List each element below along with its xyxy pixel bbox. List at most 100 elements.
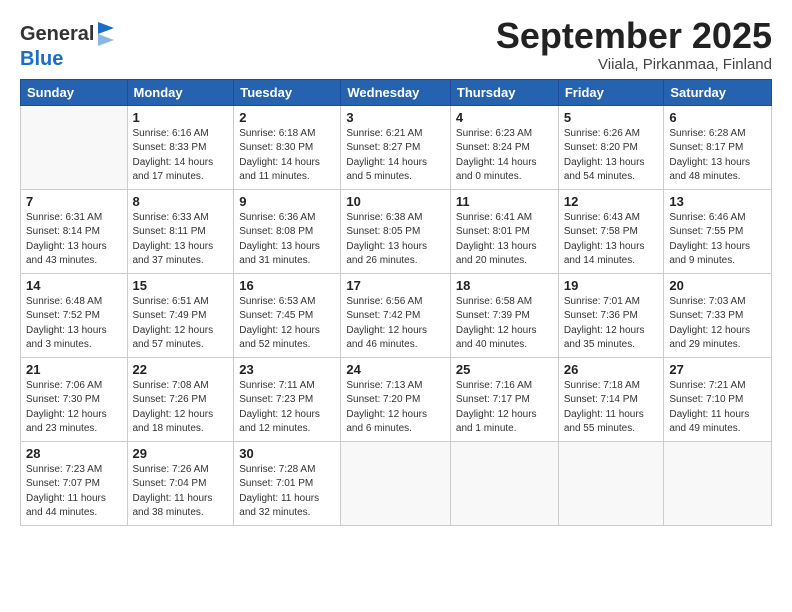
page: General Blue September 2025 Viiala, Pirk…: [0, 0, 792, 612]
location: Viiala, Pirkanmaa, Finland: [496, 56, 772, 73]
day-detail: Sunrise: 6:43 AMSunset: 7:58 PMDaylight:…: [564, 211, 659, 269]
day-detail: Sunrise: 7:06 AMSunset: 7:30 PMDaylight:…: [26, 379, 122, 437]
day-number: 8: [133, 194, 229, 209]
calendar-cell: 22 Sunrise: 7:08 AMSunset: 7:26 PMDayligh…: [127, 357, 234, 441]
week-row-3: 14 Sunrise: 6:48 AMSunset: 7:52 PMDayligh…: [21, 273, 772, 357]
day-detail: Sunrise: 6:31 AMSunset: 8:14 PMDaylight:…: [26, 211, 122, 269]
day-number: 27: [669, 362, 766, 377]
day-number: 2: [239, 110, 335, 125]
calendar-cell: 8 Sunrise: 6:33 AMSunset: 8:11 PMDaylight…: [127, 189, 234, 273]
calendar-cell: 24 Sunrise: 7:13 AMSunset: 7:20 PMDayligh…: [341, 357, 451, 441]
day-number: 5: [564, 110, 659, 125]
calendar-cell: [341, 441, 451, 525]
day-number: 17: [346, 278, 445, 293]
day-number: 12: [564, 194, 659, 209]
week-row-2: 7 Sunrise: 6:31 AMSunset: 8:14 PMDaylight…: [21, 189, 772, 273]
day-detail: Sunrise: 6:51 AMSunset: 7:49 PMDaylight:…: [133, 295, 229, 353]
logo: General Blue: [20, 20, 116, 70]
day-detail: Sunrise: 6:53 AMSunset: 7:45 PMDaylight:…: [239, 295, 335, 353]
calendar-header-row: Sunday Monday Tuesday Wednesday Thursday…: [21, 79, 772, 105]
calendar-cell: 7 Sunrise: 6:31 AMSunset: 8:14 PMDaylight…: [21, 189, 128, 273]
logo-general: General: [20, 23, 94, 45]
calendar-cell: [558, 441, 664, 525]
day-detail: Sunrise: 6:36 AMSunset: 8:08 PMDaylight:…: [239, 211, 335, 269]
day-detail: Sunrise: 6:46 AMSunset: 7:55 PMDaylight:…: [669, 211, 766, 269]
title-block: September 2025 Viiala, Pirkanmaa, Finlan…: [496, 16, 772, 73]
calendar-cell: 1 Sunrise: 6:16 AMSunset: 8:33 PMDaylight…: [127, 105, 234, 189]
day-detail: Sunrise: 7:08 AMSunset: 7:26 PMDaylight:…: [133, 379, 229, 437]
day-number: 29: [133, 446, 229, 461]
calendar-cell: 23 Sunrise: 7:11 AMSunset: 7:23 PMDayligh…: [234, 357, 341, 441]
calendar-cell: 17 Sunrise: 6:56 AMSunset: 7:42 PMDayligh…: [341, 273, 451, 357]
day-detail: Sunrise: 6:33 AMSunset: 8:11 PMDaylight:…: [133, 211, 229, 269]
calendar-cell: 28 Sunrise: 7:23 AMSunset: 7:07 PMDayligh…: [21, 441, 128, 525]
day-detail: Sunrise: 6:16 AMSunset: 8:33 PMDaylight:…: [133, 127, 229, 185]
day-number: 16: [239, 278, 335, 293]
calendar-cell: 18Sunrise: 6:58 AMSunset: 7:39 PMDayligh…: [450, 273, 558, 357]
day-number: 26: [564, 362, 659, 377]
col-saturday: Saturday: [664, 79, 772, 105]
day-detail: Sunrise: 7:26 AMSunset: 7:04 PMDaylight:…: [133, 463, 229, 521]
calendar-cell: 6 Sunrise: 6:28 AMSunset: 8:17 PMDaylight…: [664, 105, 772, 189]
month-title: September 2025: [496, 16, 772, 56]
day-detail: Sunrise: 7:03 AMSunset: 7:33 PMDaylight:…: [669, 295, 766, 353]
day-detail: Sunrise: 6:48 AMSunset: 7:52 PMDaylight:…: [26, 295, 122, 353]
col-friday: Friday: [558, 79, 664, 105]
calendar-cell: 2 Sunrise: 6:18 AMSunset: 8:30 PMDaylight…: [234, 105, 341, 189]
day-number: 6: [669, 110, 766, 125]
col-thursday: Thursday: [450, 79, 558, 105]
calendar-cell: 5 Sunrise: 6:26 AMSunset: 8:20 PMDaylight…: [558, 105, 664, 189]
week-row-1: 1 Sunrise: 6:16 AMSunset: 8:33 PMDaylight…: [21, 105, 772, 189]
calendar-cell: 13 Sunrise: 6:46 AMSunset: 7:55 PMDayligh…: [664, 189, 772, 273]
day-number: 30: [239, 446, 335, 461]
day-number: 3: [346, 110, 445, 125]
calendar-cell: 16 Sunrise: 6:53 AMSunset: 7:45 PMDayligh…: [234, 273, 341, 357]
day-number: 23: [239, 362, 335, 377]
day-number: 9: [239, 194, 335, 209]
week-row-5: 28 Sunrise: 7:23 AMSunset: 7:07 PMDayligh…: [21, 441, 772, 525]
day-detail: Sunrise: 7:01 AMSunset: 7:36 PMDaylight:…: [564, 295, 659, 353]
day-detail: Sunrise: 7:13 AMSunset: 7:20 PMDaylight:…: [346, 379, 445, 437]
day-detail: Sunrise: 6:28 AMSunset: 8:17 PMDaylight:…: [669, 127, 766, 185]
calendar-cell: 26Sunrise: 7:18 AMSunset: 7:14 PMDayligh…: [558, 357, 664, 441]
day-number: 24: [346, 362, 445, 377]
day-number: 4: [456, 110, 553, 125]
calendar-cell: 27Sunrise: 7:21 AMSunset: 7:10 PMDayligh…: [664, 357, 772, 441]
day-detail: Sunrise: 7:28 AMSunset: 7:01 PMDaylight:…: [239, 463, 335, 521]
day-detail: Sunrise: 7:16 AMSunset: 7:17 PMDaylight:…: [456, 379, 553, 437]
calendar-cell: 19Sunrise: 7:01 AMSunset: 7:36 PMDayligh…: [558, 273, 664, 357]
calendar-cell: 10Sunrise: 6:38 AMSunset: 8:05 PMDayligh…: [341, 189, 451, 273]
col-monday: Monday: [127, 79, 234, 105]
calendar-cell: 21Sunrise: 7:06 AMSunset: 7:30 PMDayligh…: [21, 357, 128, 441]
day-detail: Sunrise: 7:23 AMSunset: 7:07 PMDaylight:…: [26, 463, 122, 521]
day-detail: Sunrise: 6:21 AMSunset: 8:27 PMDaylight:…: [346, 127, 445, 185]
calendar-cell: 25 Sunrise: 7:16 AMSunset: 7:17 PMDayligh…: [450, 357, 558, 441]
col-sunday: Sunday: [21, 79, 128, 105]
day-number: 28: [26, 446, 122, 461]
calendar-cell: 30 Sunrise: 7:28 AMSunset: 7:01 PMDayligh…: [234, 441, 341, 525]
day-detail: Sunrise: 6:38 AMSunset: 8:05 PMDaylight:…: [346, 211, 445, 269]
calendar-cell: 14 Sunrise: 6:48 AMSunset: 7:52 PMDayligh…: [21, 273, 128, 357]
day-number: 15: [133, 278, 229, 293]
day-detail: Sunrise: 7:11 AMSunset: 7:23 PMDaylight:…: [239, 379, 335, 437]
day-detail: Sunrise: 6:41 AMSunset: 8:01 PMDaylight:…: [456, 211, 553, 269]
col-tuesday: Tuesday: [234, 79, 341, 105]
calendar-cell: 4Sunrise: 6:23 AMSunset: 8:24 PMDaylight…: [450, 105, 558, 189]
header: General Blue September 2025 Viiala, Pirk…: [20, 16, 772, 73]
day-number: 1: [133, 110, 229, 125]
calendar-cell: 3 Sunrise: 6:21 AMSunset: 8:27 PMDaylight…: [341, 105, 451, 189]
day-number: 7: [26, 194, 122, 209]
col-wednesday: Wednesday: [341, 79, 451, 105]
day-number: 20: [669, 278, 766, 293]
day-number: 22: [133, 362, 229, 377]
day-number: 14: [26, 278, 122, 293]
day-number: 25: [456, 362, 553, 377]
calendar-cell: [21, 105, 128, 189]
calendar-cell: 20 Sunrise: 7:03 AMSunset: 7:33 PMDayligh…: [664, 273, 772, 357]
day-number: 13: [669, 194, 766, 209]
week-row-4: 21Sunrise: 7:06 AMSunset: 7:30 PMDayligh…: [21, 357, 772, 441]
calendar-cell: [664, 441, 772, 525]
day-detail: Sunrise: 6:18 AMSunset: 8:30 PMDaylight:…: [239, 127, 335, 185]
day-detail: Sunrise: 6:56 AMSunset: 7:42 PMDaylight:…: [346, 295, 445, 353]
day-detail: Sunrise: 6:26 AMSunset: 8:20 PMDaylight:…: [564, 127, 659, 185]
